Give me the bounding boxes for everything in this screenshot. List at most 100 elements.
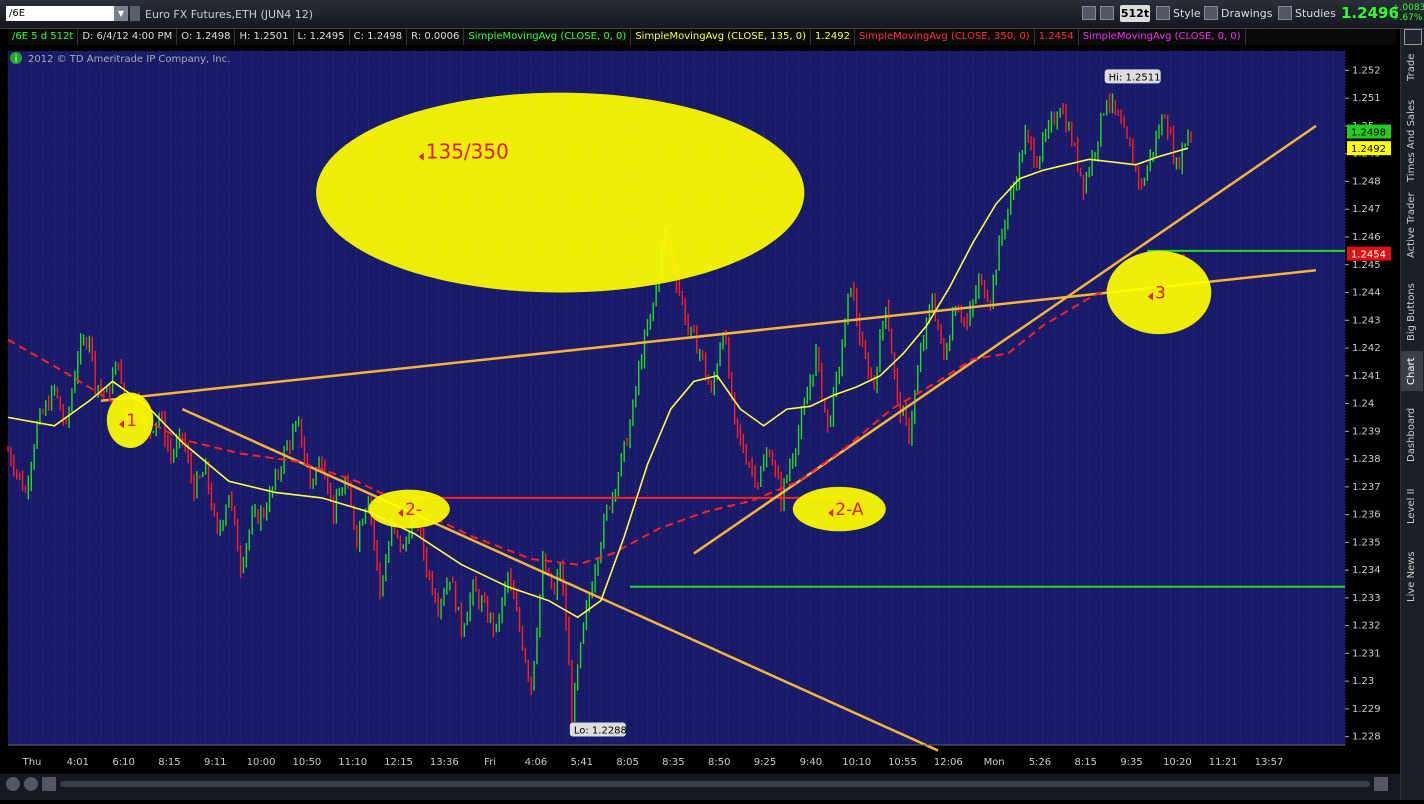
sma1-label[interactable]: SimpleMovingAvg (CLOSE, 0, 0) <box>464 29 632 45</box>
bar-high: H: 1.2501 <box>235 29 294 45</box>
x-tick-label: 8:15 <box>1075 757 1097 768</box>
chart-svg: 1 2- 135/350 2-A 3 Hi: 1.2511 Lo: 1.2288 1.252… <box>0 45 1396 800</box>
instrument-title: Euro FX Futures,ETH (JUN4 12) <box>145 8 314 21</box>
y-tick-label: 1.241 <box>1352 371 1381 382</box>
style-icon <box>1156 6 1170 20</box>
x-tick-label: 9:25 <box>754 757 776 768</box>
zoom-icon[interactable] <box>1082 5 1099 22</box>
sma2-label[interactable]: SimpleMovingAvg (CLOSE, 135, 0) <box>631 29 811 45</box>
x-tick-label: 12:06 <box>934 757 963 768</box>
bar-close: C: 1.2498 <box>350 29 408 45</box>
y-tick-label: 1.238 <box>1352 454 1381 465</box>
drawings-label: Drawings <box>1221 7 1273 20</box>
x-tick-label: 10:55 <box>888 757 917 768</box>
sma3-value: 1.2454 <box>1035 29 1079 45</box>
y-tick-label: 1.242 <box>1352 343 1381 354</box>
y-tick-label: 1.246 <box>1352 232 1381 243</box>
sidebar-tab-active-trader[interactable]: Active Trader <box>1401 185 1423 265</box>
pencil-icon <box>1204 6 1218 20</box>
sidebar-settings-icon[interactable] <box>1404 29 1422 45</box>
style-label: Style <box>1173 7 1201 20</box>
annotation-label: 1 <box>126 411 137 431</box>
x-tick-label: 8:05 <box>616 757 638 768</box>
y-tick-label: 1.252 <box>1352 65 1381 76</box>
x-tick-label: 9:35 <box>1120 757 1142 768</box>
price-marker-label: 1.2454 <box>1351 250 1386 261</box>
zoom-in-icon[interactable] <box>6 777 20 791</box>
y-tick-label: 1.248 <box>1352 176 1381 187</box>
x-tick-label: 10:50 <box>292 757 321 768</box>
sidebar-tab-big-buttons[interactable]: Big Buttons <box>1401 277 1423 347</box>
last-price: 1.2496 <box>1341 4 1399 22</box>
zoom-out-icon[interactable] <box>24 777 38 791</box>
time-scrollbar[interactable] <box>60 781 1370 787</box>
annotation-label: 2- <box>405 500 422 520</box>
x-tick-label: 10:20 <box>1163 757 1192 768</box>
x-tick-label: 9:40 <box>800 757 822 768</box>
x-tick-label: 11:10 <box>338 757 367 768</box>
sma2-value: 1.2492 <box>811 29 855 45</box>
x-tick-label: 13:36 <box>430 757 459 768</box>
x-tick-label: 5:41 <box>571 757 593 768</box>
sma3-label[interactable]: SimpleMovingAvg (CLOSE, 350, 0) <box>855 29 1035 45</box>
x-tick-label: 6:10 <box>112 757 134 768</box>
sidebar-tab-times-and-sales[interactable]: Times And Sales <box>1401 91 1423 191</box>
price-chart[interactable]: 1 2- 135/350 2-A 3 Hi: 1.2511 Lo: 1.2288 1.252… <box>0 45 1396 800</box>
symbol-input[interactable]: /6E <box>6 6 114 21</box>
sidebar-tab-chart[interactable]: Chart <box>1401 351 1423 391</box>
x-tick-label: 5:26 <box>1029 757 1051 768</box>
y-tick-label: 1.239 <box>1352 426 1381 437</box>
sidebar-tab-level-ii[interactable]: Level II <box>1401 481 1423 531</box>
aggregation-badge[interactable]: 512t <box>1120 5 1150 22</box>
y-tick-label: 1.245 <box>1352 260 1381 271</box>
y-tick-label: 1.24 <box>1352 399 1374 410</box>
symbol-period: /6E 5 d 512t <box>8 29 79 45</box>
x-tick-label: Thu <box>22 757 42 768</box>
net-change: +.0083 <box>1392 3 1424 13</box>
y-tick-label: 1.232 <box>1352 621 1381 632</box>
chart-toolbar: /6E ▼ Euro FX Futures,ETH (JUN4 12) 512t… <box>0 0 1424 29</box>
drawings-button[interactable]: Drawings <box>1204 5 1272 22</box>
studies-button[interactable]: Studies <box>1278 5 1336 22</box>
x-tick-label: 12:15 <box>384 757 413 768</box>
annotation-label: 3 <box>1155 284 1166 304</box>
scroll-left-icon[interactable] <box>42 777 56 791</box>
bar-low: L: 1.2495 <box>294 29 350 45</box>
study-info-bar: /6E 5 d 512t D: 6/4/12 4:00 PM O: 1.2498 H:… <box>8 29 1396 45</box>
right-sidebar: Trade Times And Sales Active Trader Big But… <box>1400 29 1424 800</box>
price-marker-label: 1.2498 <box>1351 128 1386 139</box>
symbol-dropdown-button[interactable]: ▼ <box>114 6 128 21</box>
lo-label: Lo: 1.2288 <box>574 725 627 736</box>
annotation-ellipse[interactable] <box>316 92 805 293</box>
sidebar-tab-trade[interactable]: Trade <box>1401 47 1423 87</box>
x-tick-label: 8:15 <box>158 757 180 768</box>
y-tick-label: 1.23 <box>1352 676 1374 687</box>
y-tick-label: 1.233 <box>1352 593 1381 604</box>
price-marker-label: 1.2492 <box>1351 144 1386 155</box>
sidebar-tab-live-news[interactable]: Live News <box>1401 537 1423 617</box>
copyright-text: 2012 © TD Ameritrade IP Company, Inc. <box>28 54 230 65</box>
x-tick-label: 9:11 <box>204 757 226 768</box>
studies-label: Studies <box>1295 7 1336 20</box>
x-tick-label: 10:10 <box>842 757 871 768</box>
symbol-link-button[interactable] <box>130 6 140 21</box>
y-tick-label: 1.231 <box>1352 648 1381 659</box>
y-tick-label: 1.229 <box>1352 704 1381 715</box>
tools-icon[interactable] <box>1100 5 1117 22</box>
hi-label: Hi: 1.2511 <box>1109 72 1161 83</box>
x-tick-label: 11:21 <box>1209 757 1238 768</box>
studies-icon <box>1278 6 1292 20</box>
chart-bottom-bar <box>0 774 1400 800</box>
scroll-right-icon[interactable] <box>1374 777 1388 791</box>
sma4-label[interactable]: SimpleMovingAvg (CLOSE, 0, 0) <box>1079 29 1246 45</box>
bar-open: O: 1.2498 <box>177 29 236 45</box>
y-tick-label: 1.244 <box>1352 288 1381 299</box>
x-tick-label: 8:35 <box>662 757 684 768</box>
svg-text:i: i <box>15 54 18 65</box>
y-tick-label: 1.243 <box>1352 315 1381 326</box>
bar-date: D: 6/4/12 4:00 PM <box>78 29 178 45</box>
annotation-label: 135/350 <box>426 140 509 164</box>
sidebar-tab-dashboard[interactable]: Dashboard <box>1401 395 1423 475</box>
y-tick-label: 1.237 <box>1352 482 1381 493</box>
style-button[interactable]: Style <box>1156 5 1201 22</box>
